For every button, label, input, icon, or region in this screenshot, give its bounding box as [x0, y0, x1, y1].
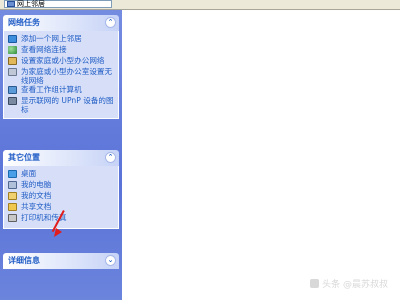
other-places-title: 其它位置 [8, 153, 40, 162]
details-header[interactable]: 详细信息 ⌄ [3, 253, 119, 269]
task-add-network-place[interactable]: 添加一个网上邻居 [4, 34, 118, 45]
task-label: 显示联网的 UPnP 设备的图标 [21, 96, 114, 114]
wireless-network-icon [8, 68, 17, 76]
expand-details-icon[interactable]: ⌄ [105, 255, 116, 266]
task-label: 添加一个网上邻居 [21, 34, 82, 43]
other-places-list: 桌面 我的电脑 我的文档 共享文档 打印机和传真 [3, 166, 119, 229]
network-tasks-panel: 网络任务 ⌃ 添加一个网上邻居 查看网络连接 设置家庭或小型办公网络 为家庭或小… [3, 15, 119, 119]
address-text: 网上邻居 [17, 0, 45, 8]
collapse-other-places-icon[interactable]: ⌃ [105, 152, 116, 163]
task-label: 查看工作组计算机 [21, 85, 82, 94]
watermark: 头条 @晨苏叔叔 [310, 277, 388, 290]
place-label: 共享文档 [21, 202, 52, 211]
printer-icon [8, 214, 17, 222]
address-field[interactable]: 网上邻居 [4, 0, 112, 8]
collapse-network-tasks-icon[interactable]: ⌃ [105, 17, 116, 28]
task-show-upnp-devices[interactable]: 显示联网的 UPnP 设备的图标 [4, 96, 118, 114]
place-my-computer[interactable]: 我的电脑 [4, 180, 118, 191]
network-tasks-list: 添加一个网上邻居 查看网络连接 设置家庭或小型办公网络 为家庭或小型办公室设置无… [3, 31, 119, 119]
place-label: 我的电脑 [21, 180, 52, 189]
place-label: 桌面 [21, 169, 37, 178]
task-label: 查看网络连接 [21, 45, 67, 54]
details-title: 详细信息 [8, 256, 40, 265]
watermark-logo-icon [310, 279, 320, 288]
task-view-workgroup[interactable]: 查看工作组计算机 [4, 85, 118, 96]
annotation-arrow-head [54, 228, 62, 237]
task-setup-home-network[interactable]: 设置家庭或小型办公网络 [4, 56, 118, 67]
watermark-text: 头条 @晨苏叔叔 [322, 280, 388, 290]
network-tasks-title: 网络任务 [8, 18, 40, 27]
network-tasks-header[interactable]: 网络任务 ⌃ [3, 15, 119, 31]
place-desktop[interactable]: 桌面 [4, 169, 118, 180]
home-network-icon [8, 57, 17, 65]
add-network-place-icon [8, 35, 17, 43]
task-label: 为家庭或小型办公室设置无线网络 [21, 67, 113, 85]
network-places-icon [7, 1, 15, 7]
details-panel: 详细信息 ⌄ [3, 253, 119, 269]
address-bar: 网上邻居 [0, 0, 400, 10]
task-setup-wireless-network[interactable]: 为家庭或小型办公室设置无线网络 [4, 67, 118, 85]
task-pane: 网络任务 ⌃ 添加一个网上邻居 查看网络连接 设置家庭或小型办公网络 为家庭或小… [0, 10, 122, 300]
network-connections-icon [8, 46, 17, 54]
task-view-network-connections[interactable]: 查看网络连接 [4, 45, 118, 56]
my-documents-icon [8, 192, 17, 200]
desktop-icon [8, 170, 17, 178]
upnp-device-icon [8, 97, 17, 105]
task-label: 设置家庭或小型办公网络 [21, 56, 105, 65]
place-label: 我的文档 [21, 191, 52, 200]
other-places-header[interactable]: 其它位置 ⌃ [3, 150, 119, 166]
place-my-documents[interactable]: 我的文档 [4, 191, 118, 202]
my-computer-icon [8, 181, 17, 189]
folder-content-area[interactable] [122, 10, 400, 300]
workgroup-icon [8, 86, 17, 94]
shared-documents-icon [8, 203, 17, 211]
